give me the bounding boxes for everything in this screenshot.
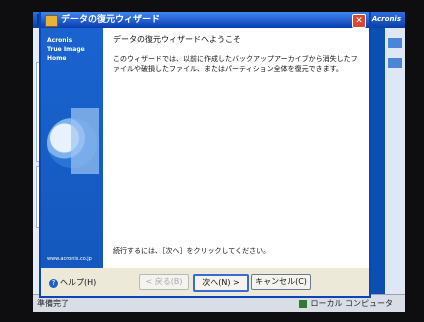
- brand-line: Acronis: [47, 37, 73, 44]
- wizard-description: このウィザードでは、以前に作成したバックアップアーカイブから消失したファイルや破…: [113, 55, 358, 73]
- banner-graphic-accent: [71, 108, 99, 174]
- wizard-footer: ? ヘルプ(H) < 戻る(B) 次へ(N) > キャンセル(C): [41, 268, 369, 296]
- status-location-label: ローカル コンピュータ: [310, 299, 393, 308]
- right-panel-icon[interactable]: [388, 38, 402, 48]
- app-right-panel: [385, 28, 405, 294]
- wizard-heading: データの復元ウィザードへようこそ: [113, 35, 241, 44]
- wizard-titlebar[interactable]: データの復元ウィザード ✕: [41, 12, 369, 28]
- right-panel-icon[interactable]: [388, 58, 402, 68]
- wizard-title: データの復元ウィザード: [61, 15, 161, 25]
- wizard-brand: Acronis True Image Home: [47, 36, 85, 63]
- wizard-app-icon: [45, 15, 58, 27]
- monitor-bezel: 操作 Acronis ← 準備完了 ローカル コンピュータ: [0, 0, 424, 322]
- brand-line: True Image: [47, 46, 85, 53]
- back-button[interactable]: < 戻る(B): [139, 274, 189, 290]
- wizard-banner: Acronis True Image Home www.acronis.co.j…: [41, 28, 103, 268]
- brand-line: Home: [47, 55, 67, 62]
- wizard-url: www.acronis.co.jp: [47, 256, 92, 262]
- cancel-button[interactable]: キャンセル(C): [251, 274, 311, 290]
- help-link[interactable]: ? ヘルプ(H): [49, 277, 96, 288]
- help-icon: ?: [49, 279, 58, 288]
- app-brand: Acronis: [371, 15, 401, 23]
- close-button[interactable]: ✕: [352, 14, 366, 28]
- screen: 操作 Acronis ← 準備完了 ローカル コンピュータ: [33, 12, 405, 312]
- computer-icon: [299, 299, 308, 308]
- wizard-continue-text: 続行するには、［次へ］をクリックしてください。: [113, 247, 271, 255]
- wizard-content: データの復元ウィザードへようこそ このウィザードでは、以前に作成したバックアップ…: [103, 28, 369, 268]
- help-label: ヘルプ(H): [60, 278, 97, 287]
- next-button[interactable]: 次へ(N) >: [193, 274, 249, 292]
- restore-wizard-dialog: データの復元ウィザード ✕ Acronis True Image Home ww…: [39, 12, 371, 298]
